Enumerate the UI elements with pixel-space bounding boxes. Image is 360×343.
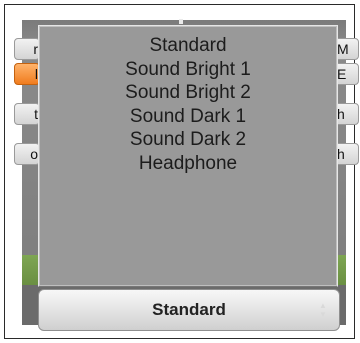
background-button-left-1[interactable]: r	[14, 38, 40, 60]
top-marker	[179, 19, 183, 24]
option-sound-bright-2[interactable]: Sound Bright 2	[39, 81, 337, 105]
up-down-chevron-icon: ▲ ▼	[319, 301, 327, 319]
option-sound-dark-2[interactable]: Sound Dark 2	[39, 128, 337, 152]
option-standard[interactable]: Standard	[39, 34, 337, 58]
sound-preset-list: Standard Sound Bright 1 Sound Bright 2 S…	[39, 26, 337, 175]
option-sound-bright-1[interactable]: Sound Bright 1	[39, 58, 337, 82]
selected-value: Standard	[152, 300, 226, 319]
background-button-left-4[interactable]: o	[14, 143, 40, 165]
sound-preset-select[interactable]: Standard ▲ ▼	[38, 289, 340, 331]
option-sound-dark-1[interactable]: Sound Dark 1	[39, 105, 337, 129]
background-button-left-2[interactable]: l	[14, 63, 40, 85]
sound-preset-popup: Standard Sound Bright 1 Sound Bright 2 S…	[38, 25, 338, 287]
option-headphone[interactable]: Headphone	[39, 152, 337, 176]
background-button-left-3[interactable]: t	[14, 103, 40, 125]
